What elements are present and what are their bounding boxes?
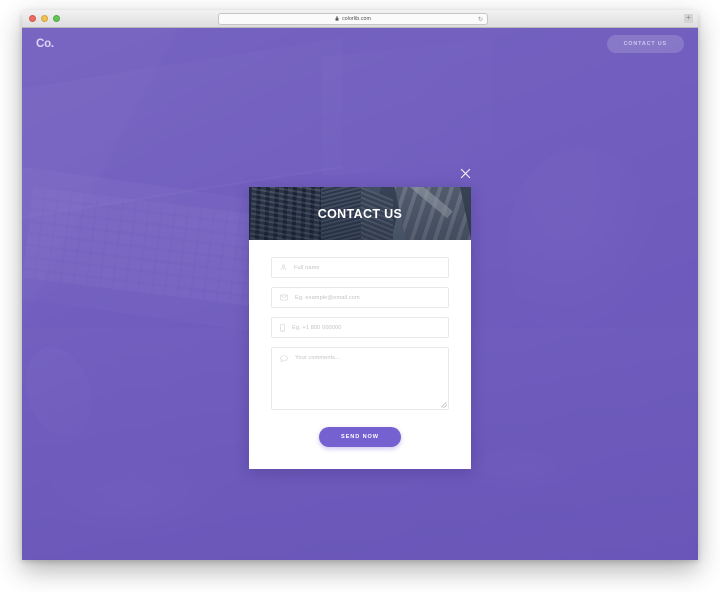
page-viewport: Co. CONTACT US CONTACT US Full name Eg. … [22, 28, 698, 560]
modal-header: CONTACT US [249, 187, 471, 240]
comments-textarea[interactable]: Your comments... [271, 347, 449, 410]
browser-window: colorlib.com ↻ + Co. CONTACT US CONTACT … [22, 10, 698, 560]
field-row-fullname: Full name [271, 257, 449, 278]
window-maximize-button[interactable] [53, 15, 60, 22]
new-tab-button[interactable]: + [684, 14, 693, 23]
email-placeholder: Eg. example@email.com [295, 294, 360, 301]
fullname-input[interactable]: Full name [271, 257, 449, 278]
url-text: colorlib.com [342, 16, 371, 22]
site-navbar: Co. CONTACT US [22, 28, 698, 60]
email-input[interactable]: Eg. example@email.com [271, 287, 449, 308]
phone-icon [280, 323, 285, 332]
modal-title: CONTACT US [317, 206, 403, 221]
comment-icon [280, 355, 288, 362]
fullname-placeholder: Full name [294, 264, 320, 271]
textarea-resize-handle[interactable] [441, 402, 447, 408]
window-minimize-button[interactable] [41, 15, 48, 22]
close-icon[interactable] [457, 165, 473, 181]
site-logo[interactable]: Co. [36, 38, 54, 50]
comments-placeholder: Your comments... [295, 355, 341, 361]
lock-icon [335, 15, 339, 23]
field-row-email: Eg. example@email.com [271, 287, 449, 308]
browser-toolbar: colorlib.com ↻ + [22, 10, 698, 28]
field-row-comments: Your comments... [271, 347, 449, 410]
reload-icon[interactable]: ↻ [478, 17, 483, 23]
window-close-button[interactable] [29, 15, 36, 22]
traffic-lights [29, 15, 60, 22]
address-bar[interactable]: colorlib.com ↻ [218, 13, 488, 25]
field-row-phone: Eg. +1 800 000000 [271, 317, 449, 338]
user-icon [280, 264, 287, 271]
envelope-icon [280, 294, 288, 301]
modal-body: Full name Eg. example@email.com Eg. +1 8… [249, 240, 471, 469]
phone-input[interactable]: Eg. +1 800 000000 [271, 317, 449, 338]
phone-placeholder: Eg. +1 800 000000 [292, 324, 342, 331]
send-now-button[interactable]: SEND NOW [319, 427, 401, 447]
nav-contact-us-button[interactable]: CONTACT US [606, 35, 684, 53]
submit-row: SEND NOW [271, 427, 449, 447]
contact-modal: CONTACT US Full name Eg. example@email.c… [249, 168, 471, 469]
